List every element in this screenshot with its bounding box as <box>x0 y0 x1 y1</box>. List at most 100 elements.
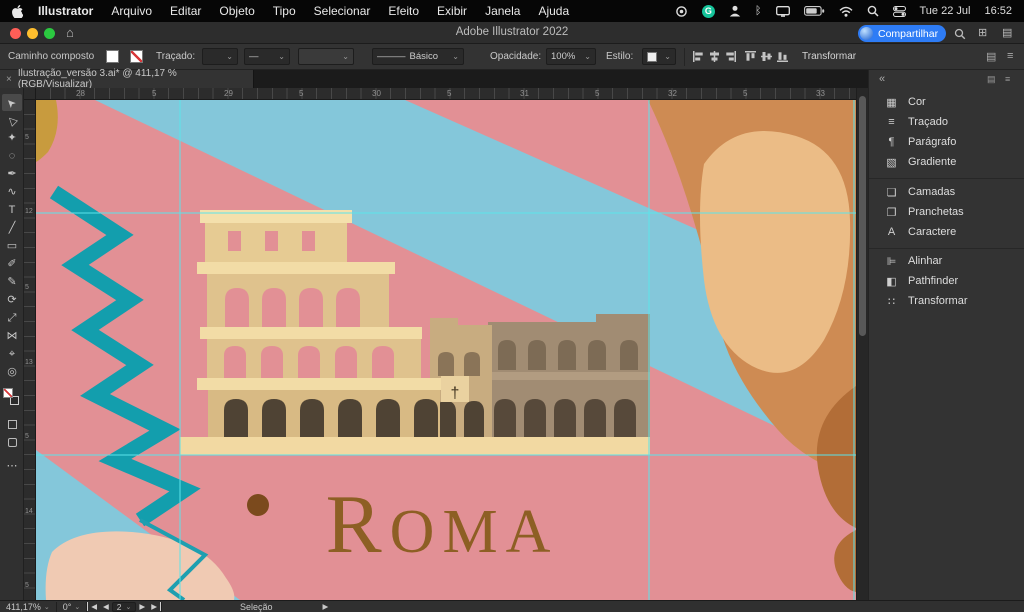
wifi-icon[interactable] <box>839 6 853 17</box>
panel-item-paragrafo[interactable]: ¶ Parágrafo <box>869 132 1024 152</box>
user-icon[interactable] <box>729 5 741 17</box>
variable-width-select[interactable]: ⌄ <box>298 48 354 65</box>
vertical-scrollbar[interactable] <box>856 88 868 600</box>
menu-item-exibir[interactable]: Exibir <box>428 4 476 18</box>
menu-item-illustrator[interactable]: Illustrator <box>29 4 102 18</box>
fill-color-swatch[interactable] <box>106 50 119 63</box>
stroke-color-swatch[interactable] <box>130 50 143 63</box>
share-button[interactable]: Compartilhar <box>858 25 946 42</box>
separator <box>160 601 162 612</box>
screen-record-icon[interactable] <box>675 5 688 18</box>
panel-item-tracado[interactable]: ≡ Traçado <box>869 112 1024 132</box>
panel-item-caractere[interactable]: A Caractere <box>869 222 1024 242</box>
menubar-date[interactable]: Tue 22 Jul <box>920 5 971 17</box>
menu-item-arquivo[interactable]: Arquivo <box>102 4 161 18</box>
selection-tool[interactable]: ➤ <box>2 94 22 111</box>
display-icon[interactable] <box>775 5 790 17</box>
control-grid-icon[interactable]: ▤ <box>986 50 996 63</box>
fill-indicator-swatch[interactable] <box>3 388 13 398</box>
lasso-tool[interactable]: ◌ <box>2 148 22 165</box>
rotate-tool[interactable]: ⟳ <box>2 292 22 309</box>
close-tab-icon[interactable]: × <box>6 74 12 85</box>
grammarly-icon[interactable]: G <box>701 4 715 18</box>
edit-toolbar-icon[interactable]: ⋯ <box>2 458 22 475</box>
panel-item-pathfinder[interactable]: ◧ Pathfinder <box>869 271 1024 291</box>
previous-artboard-button[interactable]: ◀ <box>100 602 112 611</box>
menu-item-editar[interactable]: Editar <box>161 4 210 18</box>
direct-selection-tool[interactable]: ▷ <box>2 112 22 129</box>
magic-wand-tool[interactable]: ✦ <box>2 130 22 147</box>
type-tool[interactable]: T <box>2 202 22 219</box>
width-tool[interactable]: ⋈ <box>2 328 22 345</box>
drawing-modes-icon[interactable] <box>2 416 22 433</box>
stroke-weight-select[interactable]: ⌄ <box>202 48 238 65</box>
align-middle-vertical-icon[interactable] <box>760 50 773 63</box>
scale-tool[interactable]: ⤢ <box>2 310 22 327</box>
status-expand-icon[interactable]: ▶ <box>323 602 329 611</box>
panel-item-cor[interactable]: ▦ Cor <box>869 92 1024 112</box>
rotation-select[interactable]: 0° ⌄ <box>57 602 86 612</box>
align-right-icon[interactable] <box>724 50 737 63</box>
line-segment-tool[interactable]: ╱ <box>2 220 22 237</box>
workspace-switcher-icon[interactable]: ▤ <box>1002 26 1012 39</box>
search-icon[interactable] <box>954 28 966 43</box>
menu-item-tipo[interactable]: Tipo <box>264 4 305 18</box>
menu-item-ajuda[interactable]: Ajuda <box>529 4 578 18</box>
opacity-select[interactable]: 100% ⌄ <box>546 48 596 65</box>
ruler-origin-corner[interactable] <box>24 88 36 100</box>
curvature-tool[interactable]: ∿ <box>2 184 22 201</box>
spotlight-search-icon[interactable] <box>867 5 879 17</box>
zoom-tool[interactable]: ◎ <box>2 364 22 381</box>
menu-item-objeto[interactable]: Objeto <box>210 4 263 18</box>
align-center-horizontal-icon[interactable] <box>708 50 721 63</box>
next-artboard-button[interactable]: ▶ <box>136 602 148 611</box>
control-center-icon[interactable] <box>892 5 906 17</box>
panel-menu-icon[interactable]: ≡ <box>1005 74 1010 84</box>
fill-stroke-indicator[interactable] <box>3 388 21 408</box>
rectangle-tool[interactable]: ▭ <box>2 238 22 255</box>
zoom-level-select[interactable]: 411,17% ⌄ <box>0 602 56 612</box>
apple-menu-icon[interactable] <box>12 4 23 18</box>
bluetooth-icon[interactable]: ᛒ <box>755 5 762 17</box>
collapse-panels-icon[interactable]: « <box>879 73 885 85</box>
panel-item-pranchetas[interactable]: ❐ Pranchetas <box>869 202 1024 222</box>
screen-mode-icon[interactable] <box>2 434 22 451</box>
menu-item-efeito[interactable]: Efeito <box>379 4 428 18</box>
ruler-label: 5 <box>152 89 157 98</box>
brush-definition-select[interactable]: ——— Básico ⌄ <box>372 48 464 65</box>
menubar-time[interactable]: 16:52 <box>984 5 1012 17</box>
ruler-label: 31 <box>520 89 529 98</box>
battery-icon[interactable] <box>803 6 825 16</box>
menu-item-janela[interactable]: Janela <box>476 4 529 18</box>
style-label: Estilo: <box>606 51 634 62</box>
pen-tool[interactable]: ✒ <box>2 166 22 183</box>
panel-item-gradiente[interactable]: ▧ Gradiente <box>869 152 1024 172</box>
panel-grid-icon[interactable]: ▤ <box>987 74 996 85</box>
scrollbar-thumb[interactable] <box>859 96 866 336</box>
arrange-documents-icon[interactable]: ⊞ <box>978 26 987 39</box>
paintbrush-tool[interactable]: ✐ <box>2 256 22 273</box>
control-menu-icon[interactable]: ≡ <box>1007 50 1013 62</box>
graphic-style-select[interactable]: ⌄ <box>642 48 676 65</box>
eyedropper-tool[interactable]: ⌖ <box>2 346 22 363</box>
width-profile-select[interactable]: — ⌄ <box>244 48 290 65</box>
align-left-icon[interactable] <box>692 50 705 63</box>
menu-item-selecionar[interactable]: Selecionar <box>305 4 380 18</box>
pencil-tool[interactable]: ✎ <box>2 274 22 291</box>
panel-item-transformar[interactable]: ∷ Transformar <box>869 291 1024 311</box>
artboard-number-select[interactable]: 2 ⌄ <box>111 601 137 612</box>
align-bottom-icon[interactable] <box>776 50 789 63</box>
align-top-icon[interactable] <box>744 50 757 63</box>
transform-link[interactable]: Transformar <box>802 51 856 62</box>
panel-item-camadas[interactable]: ❏ Camadas <box>869 182 1024 202</box>
horizontal-ruler[interactable]: 28 5 29 5 30 5 31 5 32 5 33 <box>36 88 856 100</box>
vertical-ruler[interactable]: 5 12 5 13 5 14 5 <box>24 100 36 600</box>
first-artboard-button[interactable]: ◀ <box>87 602 100 611</box>
curvature-tool-icon: ∿ <box>7 186 17 198</box>
ruler-label: 28 <box>76 89 85 98</box>
document-tab[interactable]: × Ilustração_versão 3.ai* @ 411,17 % (RG… <box>0 68 254 90</box>
dot-marker[interactable] <box>247 494 269 516</box>
last-artboard-button[interactable]: ▶ <box>148 602 161 611</box>
panel-item-alinhar[interactable]: ⊫ Alinhar <box>869 251 1024 271</box>
artboard-canvas[interactable]: † ROMA <box>36 100 856 600</box>
